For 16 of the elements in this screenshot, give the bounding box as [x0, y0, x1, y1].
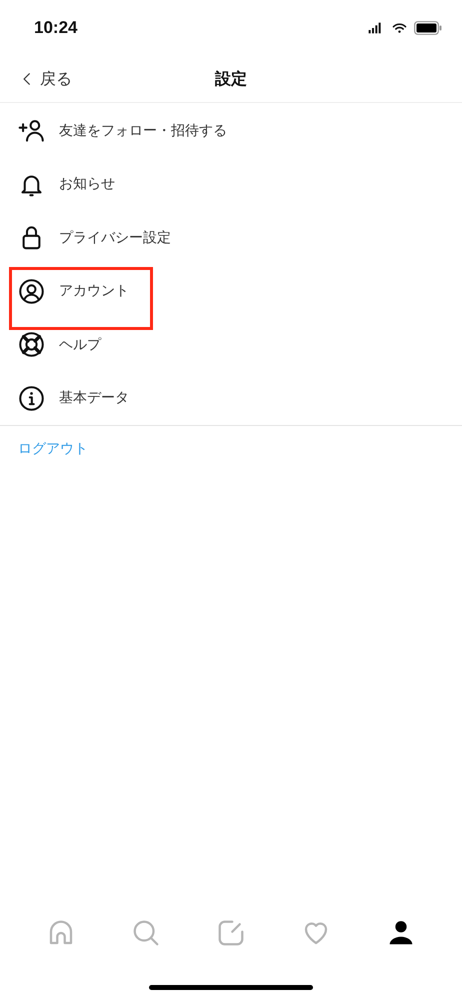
battery-icon	[414, 21, 442, 35]
menu-item[interactable]: プライバシー設定	[0, 211, 462, 264]
page-title: 設定	[214, 68, 248, 90]
menu-item[interactable]: 友達をフォロー・招待する	[0, 104, 462, 158]
back-button[interactable]: 戻る	[0, 68, 72, 90]
info-icon	[18, 384, 45, 412]
lifebuoy-icon	[18, 331, 45, 358]
menu-item[interactable]: お知らせ	[0, 158, 462, 211]
status-time: 10:24	[34, 18, 78, 38]
person-circle-icon	[18, 278, 45, 305]
menu-item[interactable]: 基本データ	[0, 372, 462, 425]
compose-icon[interactable]	[216, 918, 246, 948]
person-plus-icon	[18, 117, 45, 144]
menu-item[interactable]: ヘルプ	[0, 318, 462, 372]
search-icon[interactable]	[130, 918, 161, 948]
menu-item[interactable]: アカウント	[0, 264, 462, 318]
